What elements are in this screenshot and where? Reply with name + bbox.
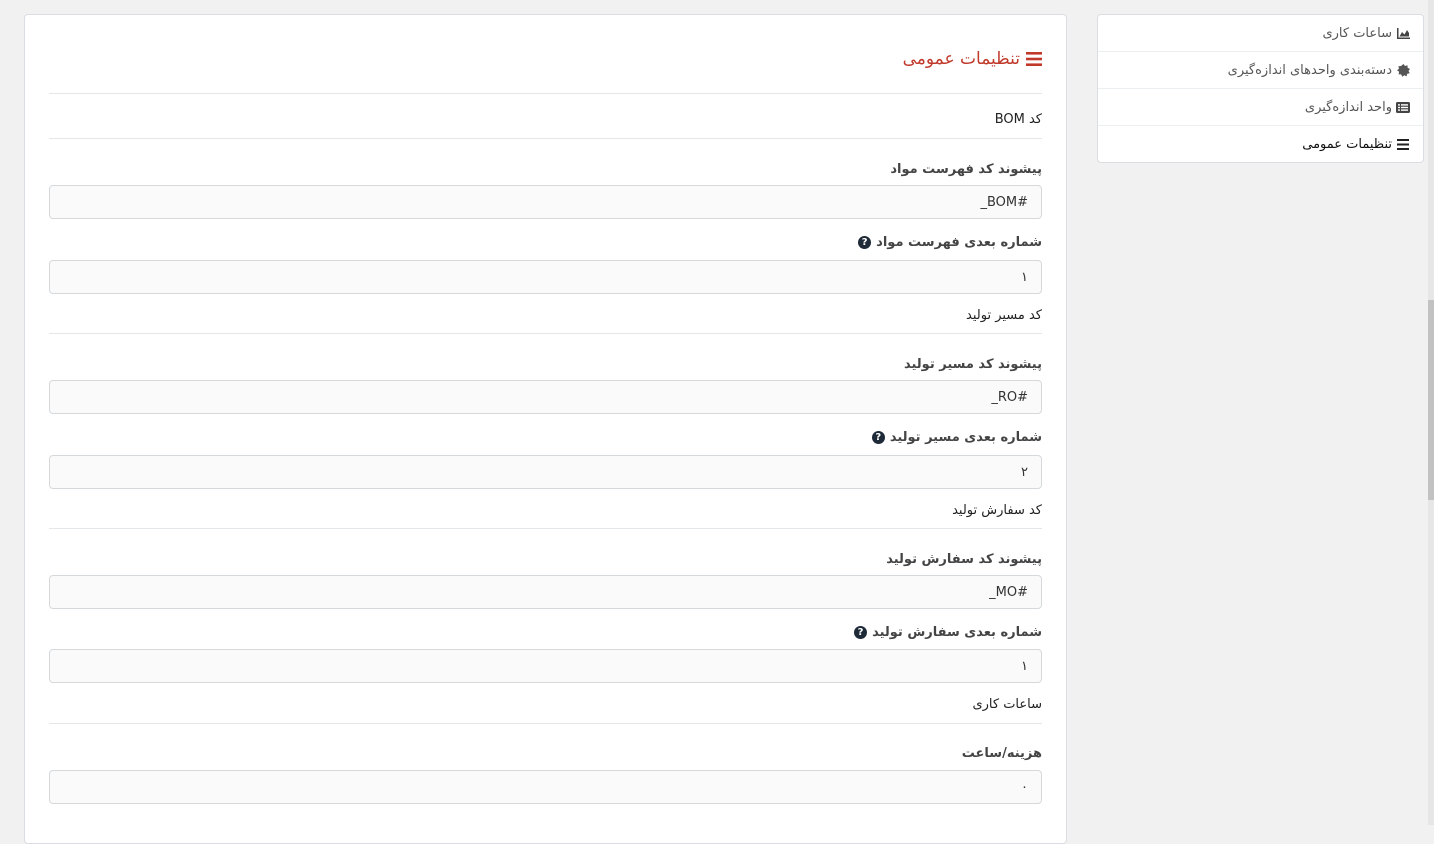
page-scrollbar[interactable] bbox=[1428, 0, 1434, 825]
divider bbox=[49, 723, 1042, 724]
sidebar-item-working-hours[interactable]: ساعات کاری bbox=[1098, 15, 1423, 52]
sidebar-item-general-settings[interactable]: تنظیمات عمومی bbox=[1098, 126, 1423, 162]
mo-next-number-input[interactable] bbox=[49, 649, 1042, 683]
divider bbox=[49, 93, 1042, 94]
list-box-icon bbox=[1396, 100, 1410, 114]
settings-sidebar: ساعات کاری دسته‌بندی واحدهای اندازه‌گیری… bbox=[1097, 14, 1424, 163]
sidebar-item-label: ساعات کاری bbox=[1322, 25, 1392, 41]
mo-prefix-label: پیشوند کد سفارش تولید bbox=[886, 552, 1042, 567]
mo-prefix-input[interactable] bbox=[49, 575, 1042, 609]
sidebar-item-uom-categories[interactable]: دسته‌بندی واحدهای اندازه‌گیری bbox=[1098, 52, 1423, 89]
section-title-bom: کد BOM bbox=[994, 112, 1042, 127]
cost-per-hour-label: هزینه/ساعت bbox=[961, 746, 1042, 761]
menu-lines-icon bbox=[1396, 138, 1410, 152]
sidebar-item-label: دسته‌بندی واحدهای اندازه‌گیری bbox=[1227, 62, 1392, 78]
ro-next-number-label: شماره بعدی مسیر تولید ? bbox=[871, 430, 1042, 445]
sidebar-item-label: واحد اندازه‌گیری bbox=[1304, 99, 1392, 115]
cost-per-hour-input[interactable] bbox=[49, 770, 1042, 804]
page-title: تنظیمات عمومی bbox=[903, 49, 1042, 69]
divider bbox=[49, 528, 1042, 529]
menu-lines-icon bbox=[1026, 52, 1042, 66]
ro-prefix-input[interactable] bbox=[49, 380, 1042, 414]
divider bbox=[49, 138, 1042, 139]
ro-next-number-input[interactable] bbox=[49, 455, 1042, 489]
settings-panel: تنظیمات عمومی کد BOM پیشوند کد فهرست موا… bbox=[24, 14, 1067, 844]
bom-next-number-label: شماره بعدی فهرست مواد ? bbox=[858, 235, 1042, 250]
help-icon[interactable]: ? bbox=[858, 236, 872, 249]
page-title-text: تنظیمات عمومی bbox=[902, 49, 1020, 69]
scrollbar-thumb[interactable] bbox=[1428, 300, 1434, 500]
bom-prefix-label: پیشوند کد فهرست مواد bbox=[890, 162, 1042, 177]
bom-prefix-input[interactable] bbox=[49, 185, 1042, 219]
sidebar-item-uom[interactable]: واحد اندازه‌گیری bbox=[1098, 89, 1423, 126]
chart-area-icon bbox=[1396, 26, 1410, 40]
divider bbox=[49, 333, 1042, 334]
gear-badge-icon bbox=[1396, 63, 1410, 77]
ro-prefix-label: پیشوند کد مسیر تولید bbox=[903, 357, 1042, 372]
help-icon[interactable]: ? bbox=[854, 626, 868, 639]
help-icon[interactable]: ? bbox=[871, 431, 885, 444]
section-title-routing: کد مسیر تولید bbox=[966, 308, 1042, 323]
section-title-working-hours: ساعات کاری bbox=[972, 697, 1042, 712]
section-title-mo: کد سفارش تولید bbox=[952, 503, 1042, 518]
mo-next-number-label: شماره بعدی سفارش تولید ? bbox=[854, 625, 1042, 640]
bom-next-number-input[interactable] bbox=[49, 260, 1042, 294]
sidebar-item-label: تنظیمات عمومی bbox=[1302, 137, 1392, 152]
